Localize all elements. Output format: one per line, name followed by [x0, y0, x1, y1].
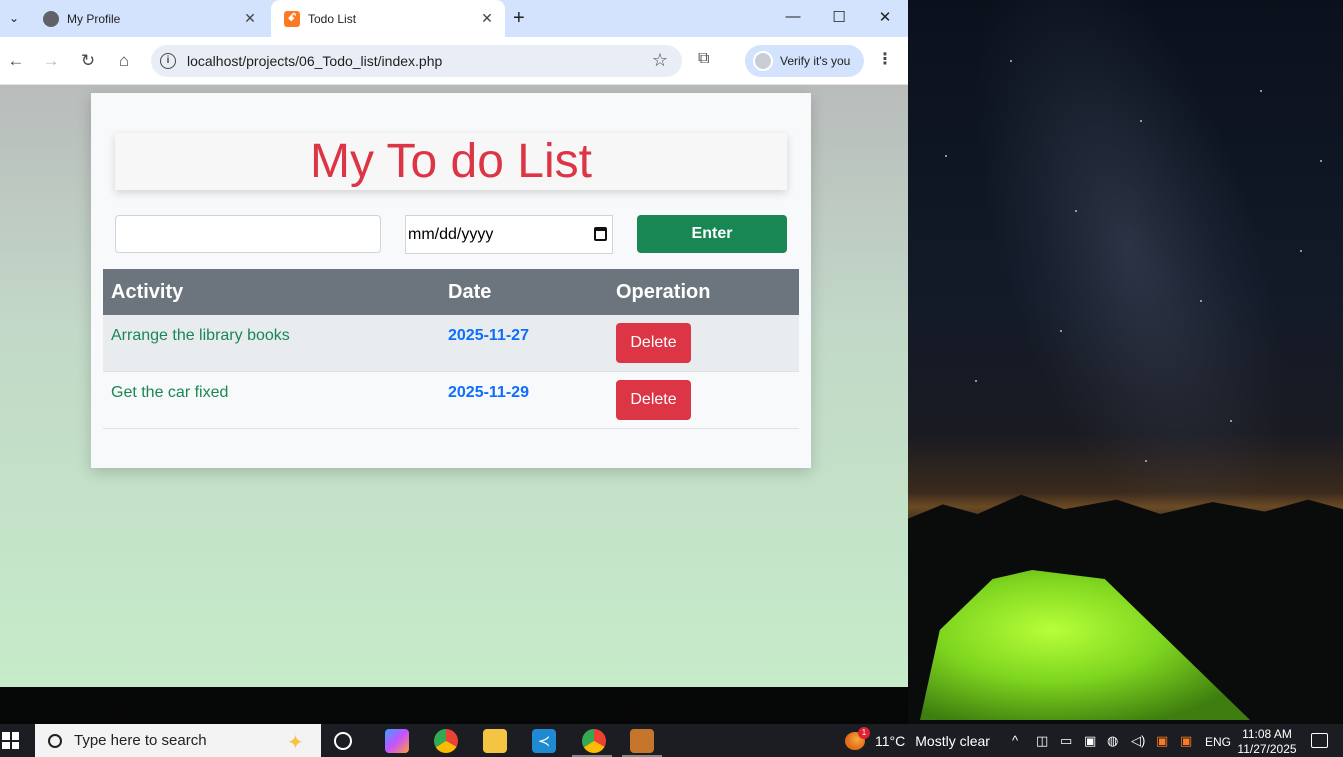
maximize-icon[interactable]: ☐	[829, 8, 849, 26]
todo-table: Activity Date Operation Arrange the libr…	[103, 269, 799, 429]
header-activity: Activity	[111, 281, 184, 303]
extensions-puzzle-icon[interactable]: ⧉	[698, 50, 709, 68]
copilot-icon[interactable]	[385, 729, 409, 753]
globe-icon	[43, 10, 59, 27]
row-date: 2025-11-27	[448, 327, 529, 344]
header-operation: Operation	[616, 281, 711, 303]
system-clock[interactable]: 11:08 AM 11/27/2025	[1234, 727, 1300, 757]
reload-icon[interactable]: ↻	[77, 50, 99, 72]
profile-verify-label: Verify it's you	[780, 54, 851, 68]
clock-time: 11:08 AM	[1242, 727, 1292, 741]
table-row: Get the car fixed 2025-11-29 Delete	[103, 372, 799, 429]
tab-todo-list[interactable]: ꗃ Todo List ✕	[271, 0, 505, 37]
vscode-icon[interactable]: ≺	[532, 729, 556, 753]
profile-verify-button[interactable]: Verify it's you	[745, 45, 864, 77]
table-header: Activity Date Operation	[103, 269, 799, 315]
windows-taskbar: Type here to search ✦ ≺ 1 11°C Mostly cl…	[0, 724, 1343, 757]
row-activity: Get the car fixed	[111, 384, 229, 401]
browser-toolbar: ← → ↻ ⌂ i localhost/projects/06_Todo_lis…	[0, 37, 908, 85]
clock-date: 11/27/2025	[1237, 742, 1297, 756]
weather-widget[interactable]: 1 11°C Mostly clear	[845, 727, 990, 750]
home-icon[interactable]: ⌂	[113, 50, 135, 72]
language-indicator[interactable]: ENG	[1205, 735, 1231, 749]
enter-button[interactable]: Enter	[637, 215, 787, 253]
show-hidden-icons-chevron-icon[interactable]: ^	[1012, 733, 1018, 748]
weather-condition: Mostly clear	[915, 733, 990, 749]
network-globe-icon[interactable]: ◍	[1107, 733, 1118, 749]
volume-icon[interactable]: ◁)	[1131, 733, 1145, 749]
bookmark-star-icon[interactable]: ☆	[652, 50, 668, 71]
taskbar-search[interactable]: Type here to search ✦	[35, 724, 321, 757]
search-icon	[48, 733, 62, 748]
browser-menu-kebab-icon[interactable]: ⋮	[877, 49, 893, 69]
tab-title: My Profile	[67, 11, 121, 26]
back-arrow-icon[interactable]: ←	[5, 50, 27, 72]
battery-icon[interactable]: ▭	[1060, 733, 1072, 749]
chrome-profile-icon[interactable]	[582, 729, 606, 753]
tab-search-chevron-icon[interactable]: ⌄	[3, 6, 25, 30]
xampp-tray-icon[interactable]: ▣	[1156, 733, 1168, 749]
close-tab-icon[interactable]: ✕	[479, 10, 495, 27]
close-window-icon[interactable]: ✕	[875, 8, 895, 26]
weather-moon-icon: 1	[845, 727, 870, 750]
calendar-icon[interactable]	[594, 227, 607, 241]
delete-button[interactable]: Delete	[616, 323, 691, 363]
page-title: My To do List	[115, 133, 787, 190]
windows-start-icon[interactable]	[2, 732, 19, 749]
tab-my-profile[interactable]: My Profile ✕	[30, 0, 268, 37]
new-tab-plus-icon[interactable]: +	[513, 8, 525, 28]
activity-input[interactable]	[115, 215, 381, 253]
url-text[interactable]: localhost/projects/06_Todo_list/index.ph…	[187, 53, 442, 69]
xampp-icon: ꗃ	[284, 10, 300, 27]
notification-center-icon[interactable]	[1311, 733, 1328, 748]
todo-card: My To do List mm/dd/yyyy Enter Activity …	[91, 93, 811, 468]
display-icon[interactable]: ▣	[1084, 733, 1096, 749]
sparkle-icon: ✦	[287, 732, 304, 754]
address-bar[interactable]: i localhost/projects/06_Todo_list/index.…	[151, 45, 682, 77]
header-date: Date	[448, 281, 492, 303]
page-viewport: My To do List mm/dd/yyyy Enter Activity …	[0, 85, 908, 687]
weather-temperature: 11°C	[875, 733, 906, 749]
date-input-placeholder: mm/dd/yyyy	[408, 226, 494, 243]
close-tab-icon[interactable]: ✕	[242, 10, 258, 27]
chrome-icon[interactable]	[434, 729, 458, 753]
xampp-tray-icon-2[interactable]: ▣	[1180, 733, 1192, 749]
milky-way	[910, 0, 1343, 585]
tab-title: Todo List	[308, 11, 357, 26]
avatar	[753, 51, 773, 71]
browser-window: ⌄ My Profile ✕ ꗃ Todo List ✕ + — ☐ ✕ ← →…	[0, 0, 908, 687]
tab-strip: ⌄ My Profile ✕ ꗃ Todo List ✕ + — ☐ ✕	[0, 0, 908, 37]
row-date: 2025-11-29	[448, 384, 529, 401]
delete-button[interactable]: Delete	[616, 380, 691, 420]
table-row: Arrange the library books 2025-11-27 Del…	[103, 315, 799, 372]
date-input[interactable]: mm/dd/yyyy	[405, 215, 613, 254]
site-info-icon[interactable]: i	[160, 53, 176, 69]
search-placeholder: Type here to search	[74, 732, 207, 749]
cortana-circle-icon[interactable]	[334, 732, 352, 750]
weather-badge: 1	[858, 727, 870, 739]
file-explorer-icon[interactable]	[483, 729, 507, 753]
minimize-icon[interactable]: —	[783, 8, 803, 25]
meet-now-icon[interactable]: ◫	[1036, 733, 1048, 749]
row-activity: Arrange the library books	[111, 327, 290, 344]
xampp-control-icon[interactable]	[630, 729, 654, 753]
forward-arrow-icon[interactable]: →	[40, 50, 62, 72]
